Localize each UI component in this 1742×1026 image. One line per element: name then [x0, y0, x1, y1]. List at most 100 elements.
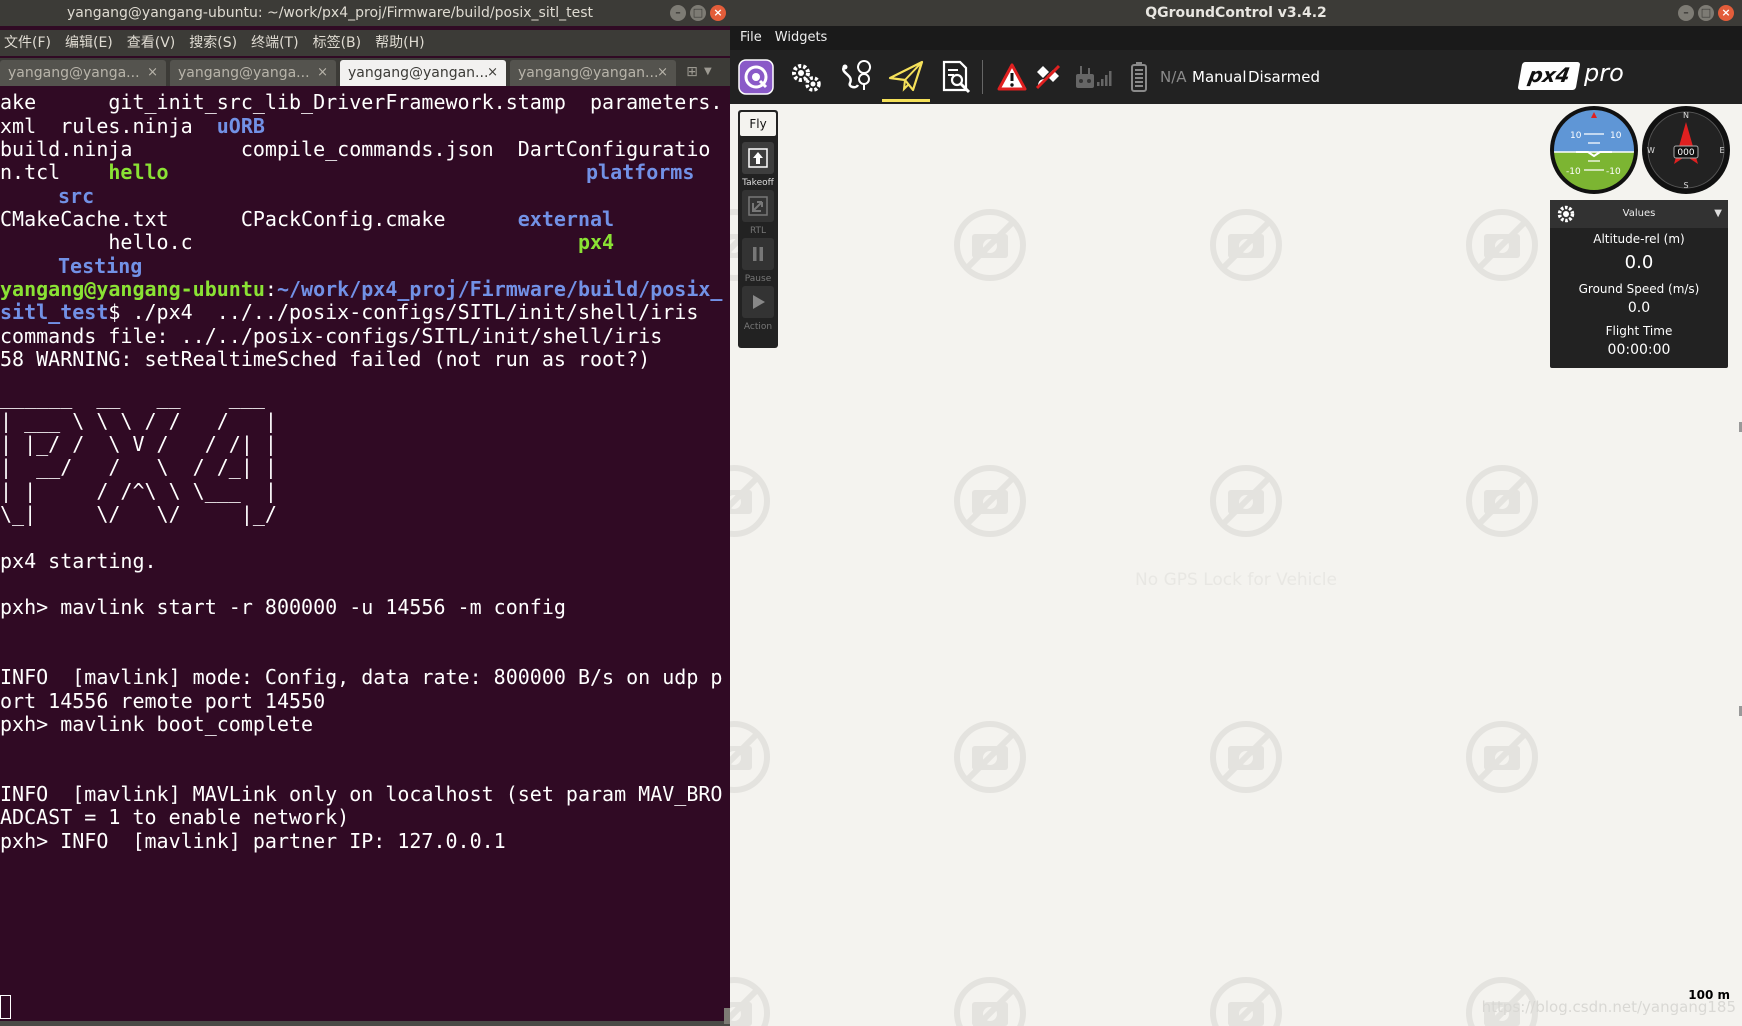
- takeoff-icon: [748, 148, 768, 168]
- fly-tab-label[interactable]: Fly: [740, 112, 776, 136]
- pitch-label-up: 10: [1570, 131, 1582, 141]
- flight-time-value: 00:00:00: [1607, 342, 1671, 358]
- terminal-line: hello.c px4: [0, 230, 615, 254]
- no-tile-icon: [1466, 721, 1538, 793]
- rtl-button[interactable]: RTL: [738, 190, 778, 238]
- no-tile-icon: [954, 465, 1026, 537]
- action-label: Action: [743, 322, 773, 332]
- no-tile-icon: [730, 465, 770, 537]
- maximize-icon[interactable]: □: [690, 5, 706, 21]
- qgc-window-controls: – □ ×: [1678, 5, 1734, 21]
- gears-icon: [792, 64, 821, 92]
- px4-logo-badge: px4: [1517, 62, 1581, 90]
- tab-label: yangang@yanga...: [178, 65, 310, 81]
- takeoff-label: Takeoff: [742, 178, 774, 188]
- tab-close-icon[interactable]: ×: [487, 60, 498, 86]
- terminal-tabbar: yangang@yanga... × yangang@yanga... × yang…: [0, 58, 730, 86]
- prompt-path: ~/work/px4_proj/Firmware/build/posix_: [276, 277, 723, 301]
- maximize-icon[interactable]: □: [1698, 5, 1714, 21]
- gps-status-button[interactable]: [1028, 52, 1068, 102]
- terminal-line: pxh> mavlink boot_complete: [0, 712, 314, 736]
- terminal-tab[interactable]: yangang@yanga... ×: [0, 60, 166, 86]
- minimize-icon[interactable]: –: [1678, 5, 1694, 21]
- terminal-line: pxh> mavlink start -r 800000 -u 14556 -m…: [0, 595, 566, 619]
- tab-label: yangang@yangan...: [518, 65, 659, 81]
- tab-dropdown-icon[interactable]: ▼: [704, 58, 722, 86]
- terminal-line: INFO [mavlink] mode: Config, data rate: …: [0, 665, 723, 689]
- menu-view[interactable]: 查看(V): [127, 30, 176, 56]
- fly-view-button[interactable]: [882, 52, 930, 102]
- terminal-window-controls: – □ ×: [670, 5, 726, 21]
- no-tile-icon: [1466, 209, 1538, 281]
- terminal-line: n.tcl hello: [0, 160, 169, 184]
- chevron-down-icon[interactable]: ▼: [1714, 200, 1722, 228]
- tab-close-icon[interactable]: ×: [147, 60, 158, 86]
- plan-route-icon: [842, 60, 872, 90]
- values-title: Values: [1622, 208, 1656, 219]
- menu-tabs[interactable]: 标签(B): [313, 30, 362, 56]
- arm-state-button[interactable]: Disarmed: [1248, 50, 1320, 104]
- action-button[interactable]: Action: [738, 286, 778, 334]
- vehicle-setup-button[interactable]: [782, 52, 830, 102]
- no-gps-message: No GPS Lock for Vehicle: [1135, 570, 1337, 590]
- pause-icon: [753, 247, 763, 261]
- instrument-svg: 10 10 -10 -10 000 N E S W: [1550, 106, 1730, 194]
- ground-speed-label: Ground Speed (m/s): [1578, 282, 1700, 296]
- tab-close-icon[interactable]: ×: [657, 60, 668, 86]
- terminal-line: px4 starting.: [0, 549, 157, 573]
- qgc-logo-icon: [738, 59, 774, 95]
- ascii-logo-line: | __/ / \ / /_| |: [0, 455, 277, 479]
- terminal-title: yangang@yangang-ubuntu: ~/work/px4_proj/…: [66, 5, 594, 21]
- new-tab-icon[interactable]: ⊞: [680, 58, 704, 86]
- values-header[interactable]: Values ▼: [1550, 200, 1728, 228]
- warning-icon: [997, 63, 1027, 91]
- instrument-widget[interactable]: 10 10 -10 -10 000 N E S W: [1550, 104, 1730, 196]
- takeoff-button[interactable]: Takeoff: [738, 142, 778, 190]
- signal-strength: [1092, 52, 1118, 102]
- terminal-tab[interactable]: yangang@yangan... ×: [510, 60, 676, 86]
- battery-button[interactable]: [1124, 52, 1154, 102]
- plan-view-button[interactable]: [832, 52, 880, 102]
- qgc-logo-button[interactable]: [732, 52, 780, 102]
- battery-icon: [1131, 62, 1147, 92]
- analyze-document-icon: [942, 60, 971, 94]
- menu-help[interactable]: 帮助(H): [375, 30, 424, 56]
- minimize-icon[interactable]: –: [670, 5, 686, 21]
- menu-file[interactable]: File: [740, 26, 762, 50]
- signal-bars-icon: [1097, 71, 1112, 86]
- analyze-view-button[interactable]: [932, 52, 980, 102]
- menu-terminal[interactable]: 终端(T): [251, 30, 298, 56]
- terminal-menubar: 文件(F) 编辑(E) 查看(V) 搜索(S) 终端(T) 标签(B) 帮助(H…: [0, 30, 730, 56]
- no-tile-icon: [1466, 465, 1538, 537]
- tab-close-icon[interactable]: ×: [317, 60, 328, 86]
- flight-mode-selector[interactable]: Manual: [1192, 50, 1247, 104]
- fly-toolstrip: Fly Takeoff RTL Pause Action: [738, 110, 778, 348]
- qgc-title: QGroundControl v3.4.2: [1145, 5, 1327, 21]
- rtl-label: RTL: [749, 226, 767, 236]
- pause-button[interactable]: Pause: [738, 238, 778, 286]
- ascii-logo-line: \_| \/ \/ |_/: [0, 502, 277, 526]
- menu-file[interactable]: 文件(F): [4, 30, 51, 56]
- no-tile-icon: [954, 977, 1026, 1026]
- dir-name: platforms: [586, 160, 695, 184]
- qgc-window: QGroundControl v3.4.2 – □ × File Widgets: [730, 0, 1742, 1026]
- qgc-titlebar: QGroundControl v3.4.2 – □ ×: [730, 0, 1742, 26]
- terminal-tab[interactable]: yangang@yanga... ×: [170, 60, 336, 86]
- pause-label: Pause: [744, 274, 772, 284]
- terminal-tab-active[interactable]: yangang@yangan... ×: [340, 60, 506, 86]
- attitude-indicator: [1554, 110, 1634, 190]
- menu-search[interactable]: 搜索(S): [189, 30, 237, 56]
- close-icon[interactable]: ×: [1718, 5, 1734, 21]
- paper-plane-icon: [888, 60, 924, 92]
- compass-east: E: [1719, 146, 1724, 155]
- close-icon[interactable]: ×: [710, 5, 726, 21]
- messages-button[interactable]: [992, 52, 1032, 102]
- heading-readout: 000: [1677, 148, 1694, 158]
- pitch-label-up: 10: [1610, 131, 1622, 141]
- menu-widgets[interactable]: Widgets: [775, 26, 828, 50]
- terminal-output[interactable]: ake git_init_src_lib_DriverFramework.sta…: [0, 86, 730, 1020]
- dir-name: external: [517, 207, 615, 231]
- menu-edit[interactable]: 编辑(E): [65, 30, 113, 56]
- no-tile-icon: [1210, 977, 1282, 1026]
- terminal-scrollbar[interactable]: [0, 1021, 730, 1026]
